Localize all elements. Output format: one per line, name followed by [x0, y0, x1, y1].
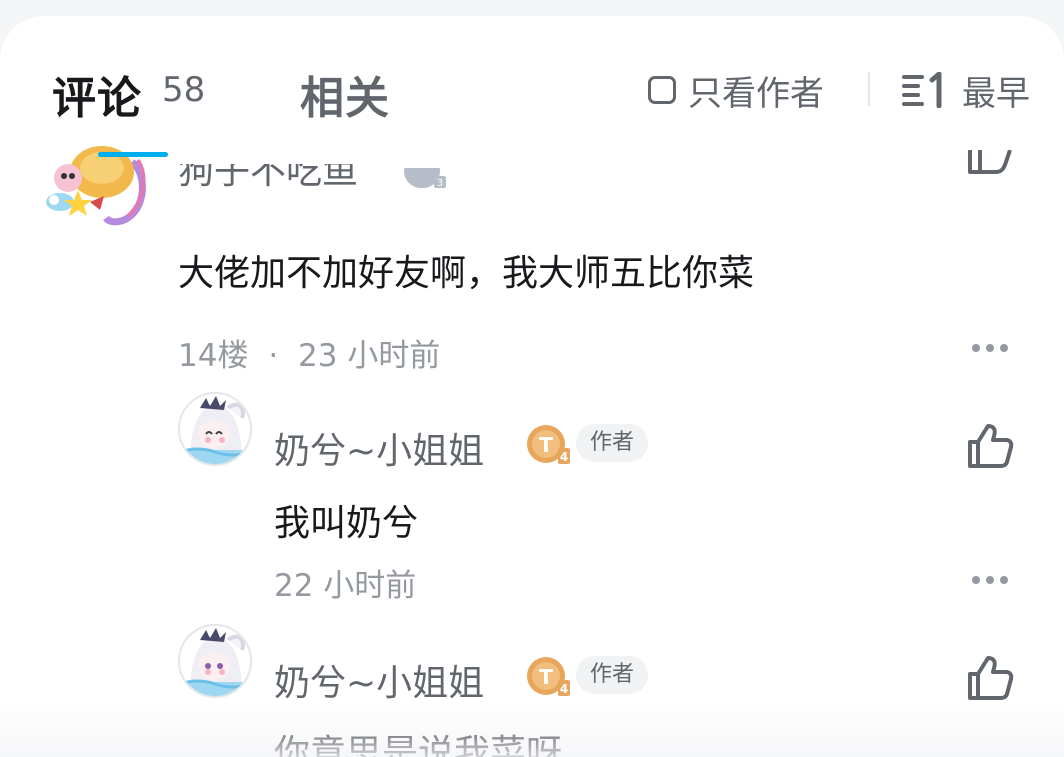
sort-earliest-icon [902, 72, 942, 108]
level-badge-icon: 3 [404, 168, 446, 189]
comment-text: 大佬加不加好友啊，我大师五比你菜 [178, 253, 755, 294]
author-tag: 作者 [576, 424, 649, 462]
reply-username[interactable]: 奶兮~小姐姐 [274, 654, 484, 706]
more-dots-icon[interactable] [972, 576, 1008, 586]
level-number: 3 [437, 178, 443, 189]
user-avatar[interactable] [178, 392, 252, 466]
thumbs-up-icon[interactable] [968, 150, 1014, 174]
comment-time: 23 小时前 [298, 338, 441, 374]
level-number: 4 [560, 450, 568, 464]
reply-text: 你意思是说我菜呀 [274, 733, 563, 757]
tab-comments[interactable]: 评论 [52, 62, 142, 126]
level-badge-icon: T 4 [527, 425, 570, 464]
sort-toggle[interactable]: 最早 [902, 68, 1030, 114]
tab-related[interactable]: 相关 [300, 62, 390, 126]
comment-panel: 评论 58 相关 只看作者 最早 狗子不吃鱼 3 大佬加不加好友啊，我大师五比你… [0, 16, 1064, 757]
meta-separator: · [268, 338, 279, 374]
comment-username[interactable]: 狗子不吃鱼 [178, 164, 358, 194]
svg-text:T: T [539, 433, 553, 457]
user-avatar[interactable] [178, 624, 252, 698]
author-tag: 作者 [576, 656, 649, 694]
sort-label: 最早 [962, 73, 1030, 114]
comment-floor: 14楼 [178, 338, 249, 374]
comment-count: 58 [162, 70, 206, 110]
author-only-filter[interactable]: 只看作者 [648, 68, 824, 114]
thumbs-up-icon[interactable] [966, 422, 1014, 470]
more-dots-icon[interactable] [972, 344, 1008, 354]
svg-text:T: T [539, 665, 553, 689]
reply-time: 22 小时前 [274, 568, 417, 604]
comment-header: 评论 58 相关 只看作者 最早 [0, 16, 1064, 144]
level-number: 4 [560, 682, 568, 696]
active-tab-indicator [98, 152, 168, 157]
author-only-label: 只看作者 [688, 73, 824, 114]
reply-text: 我叫奶兮 [274, 503, 419, 544]
thumbs-up-icon[interactable] [966, 654, 1014, 702]
comment-meta: 14楼 · 23 小时前 [178, 330, 440, 375]
level-badge-icon: T 4 [527, 657, 570, 696]
header-divider [868, 72, 870, 106]
checkbox-icon[interactable] [648, 76, 676, 104]
user-avatar[interactable] [40, 132, 150, 228]
reply-username[interactable]: 奶兮~小姐姐 [274, 422, 484, 474]
